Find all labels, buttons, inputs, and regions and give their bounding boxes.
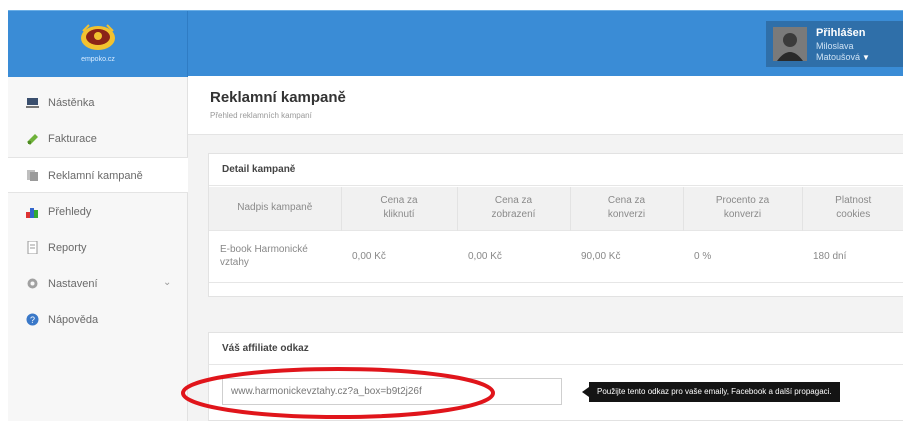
cpm-cell: 0,00 Kč [457,229,570,283]
cpa-cell: 90,00 Kč [570,229,683,283]
page-subtitle: Přehled reklamních kampaní [210,111,312,120]
avatar [773,27,807,61]
logo[interactable]: empoko.cz [8,11,188,77]
sidebar-item-reporty[interactable]: Reporty [8,230,188,266]
sidebar-item-nastenka[interactable]: Nástěnka [8,85,188,121]
gear-icon [27,278,38,289]
bar-chart-icon [26,208,38,218]
chevron-down-icon: ⌄ [163,277,172,288]
table-header-row: Nadpis kampaně Cena za kliknutí Cena za zo… [209,187,903,230]
campaign-detail-title: Detail kampaně [209,154,903,186]
affiliate-title: Váš affiliate odkaz [209,333,903,365]
cookies-cell: 180 dní [802,229,903,283]
campaign-icon [27,170,38,181]
invoice-icon [27,134,38,145]
highlight-annotation [181,367,495,419]
column-header[interactable]: Platnost cookies [802,187,903,230]
caret-down-icon: ▼ [862,53,870,62]
report-icon [27,241,38,254]
page-title: Reklamní kampaně [210,89,346,106]
cpc-cell: 0,00 Kč [341,229,457,283]
svg-text:?: ? [30,315,35,325]
campaign-table: Nadpis kampaně Cena za kliknutí Cena za zo… [209,187,903,283]
sidebar-item-prehledy[interactable]: Přehledy [8,194,188,230]
help-icon: ? [26,313,39,326]
campaign-name-cell: E-book Harmonické vztahy [209,229,341,283]
sidebar-item-fakturace[interactable]: Fakturace [8,121,188,157]
table-row: E-book Harmonické vztahy 0,00 Kč 0,00 Kč … [209,229,903,283]
logo-text: empoko.cz [81,56,115,63]
sidebar: Nástěnka Fakturace Reklamní kampaně Přeh… [8,77,189,421]
dashboard-icon [26,98,39,108]
page-header: Reklamní kampaně Přehled reklamních kamp… [188,77,903,135]
user-first-name: Miloslava [816,41,854,51]
logo-icon [81,24,115,50]
affiliate-tooltip: Použijte tento odkaz pro vaše emaily, Fa… [589,382,840,402]
column-header[interactable]: Nadpis kampaně [209,187,342,230]
sidebar-item-napoveda[interactable]: ? Nápověda [8,302,188,338]
column-header[interactable]: Cena za konverzi [570,187,684,230]
percent-cell: 0 % [683,229,802,283]
user-status: Přihlášen [816,27,866,39]
sidebar-item-nastaveni[interactable]: Nastavení ⌄ [8,266,188,302]
column-header[interactable]: Procento za konverzi [683,187,803,230]
top-bar: empoko.cz Přihlášen Miloslava Matoušová ▼ [8,10,903,77]
column-header[interactable]: Cena za kliknutí [341,187,458,230]
user-avatar-icon [773,27,807,61]
campaign-detail-panel: Detail kampaně Nadpis kampaně Cena za kli… [208,153,903,297]
tooltip-arrow [582,387,589,397]
column-header[interactable]: Cena za zobrazení [457,187,571,230]
sidebar-item-reklamni-kampane[interactable]: Reklamní kampaně [8,157,189,193]
user-menu[interactable]: Přihlášen Miloslava Matoušová ▼ [766,21,903,67]
user-last-name: Matoušová ▼ [816,52,870,62]
